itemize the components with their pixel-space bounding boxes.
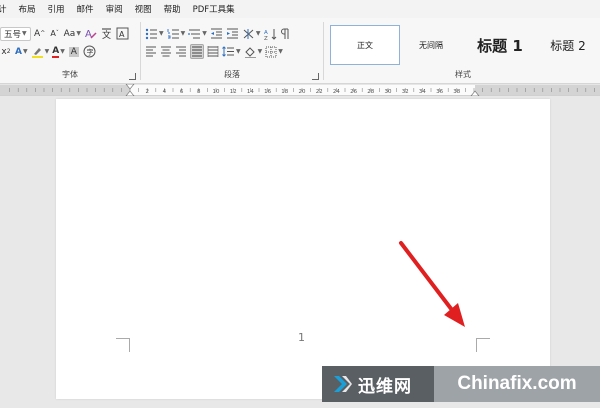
watermark-cn-text: 迅维网 [358, 376, 412, 397]
watermark-banner: 迅维网 Chinafix.com [322, 366, 600, 402]
arrow-shaft [399, 241, 454, 312]
watermark-en-text: Chinafix.com [457, 373, 577, 394]
annotation-arrow [399, 241, 465, 327]
chinafix-logo-icon [334, 376, 352, 392]
watermark-right: Chinafix.com [434, 366, 600, 402]
watermark-left: 迅维网 [322, 366, 434, 402]
